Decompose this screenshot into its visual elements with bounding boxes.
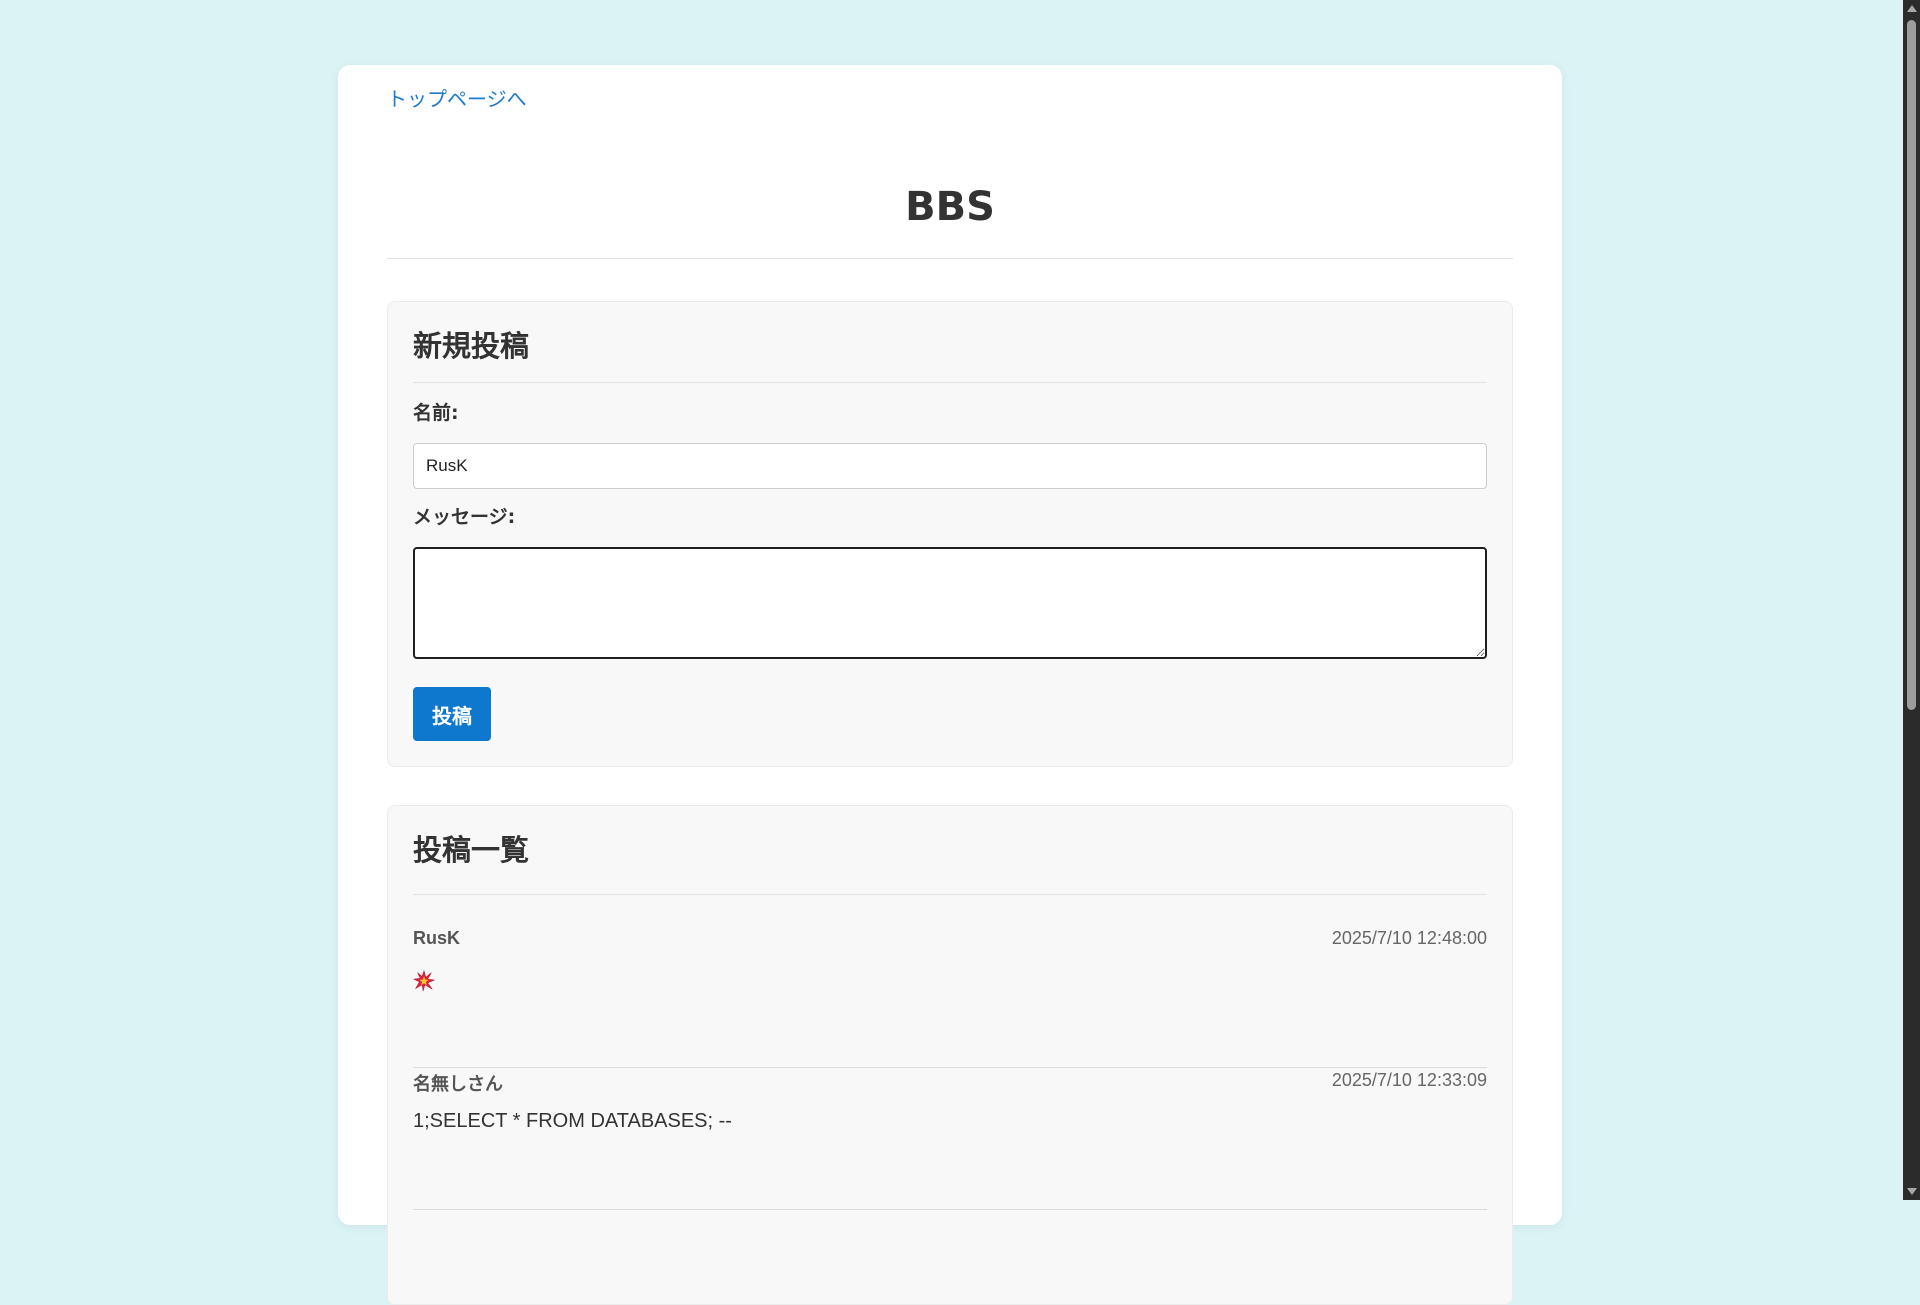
name-input[interactable]	[413, 443, 1487, 489]
message-label: メッセージ:	[413, 506, 516, 528]
post-timestamp: 2025/7/10 12:33:09	[1331, 1070, 1487, 1090]
post-message: 1;SELECT * FROM DATABASES; --	[413, 1110, 732, 1132]
post-list: 投稿一覧 RusK 2025/7/10 12:48:00 名無しさん 2025/…	[387, 805, 1513, 1305]
new-post-form: 新規投稿 名前: メッセージ: 投稿	[387, 301, 1513, 767]
submit-post-button[interactable]: 投稿	[413, 687, 491, 741]
title-divider	[387, 258, 1513, 259]
list-divider	[413, 894, 1487, 895]
post-author: 名無しさん	[413, 1074, 503, 1094]
scroll-thumb[interactable]	[1907, 20, 1916, 710]
main-container: トップページへ BBS 新規投稿 名前: メッセージ: 投稿 投稿一覧 RusK…	[338, 65, 1562, 1305]
page-title: BBS	[905, 184, 995, 230]
post-timestamp: 2025/7/10 12:48:00	[1331, 928, 1487, 948]
name-label: 名前:	[413, 402, 459, 424]
top-page-link[interactable]: トップページへ	[387, 83, 527, 112]
post-divider	[413, 1067, 1487, 1068]
scroll-down-icon[interactable]	[1907, 1188, 1917, 1195]
list-item: 名無しさん 2025/7/10 12:33:09 1;SELECT * FROM…	[413, 1070, 1487, 1210]
message-textarea[interactable]	[413, 547, 1487, 659]
vertical-scrollbar[interactable]	[1903, 0, 1920, 1200]
post-divider	[413, 1209, 1487, 1210]
post-list-heading: 投稿一覧	[413, 833, 530, 867]
scroll-up-icon[interactable]	[1907, 5, 1917, 12]
form-divider	[413, 382, 1487, 383]
list-item: RusK 2025/7/10 12:48:00	[413, 928, 1487, 1068]
new-post-heading: 新規投稿	[413, 329, 530, 363]
post-author: RusK	[413, 928, 461, 948]
burst-icon	[413, 970, 435, 992]
post-message	[413, 970, 435, 992]
